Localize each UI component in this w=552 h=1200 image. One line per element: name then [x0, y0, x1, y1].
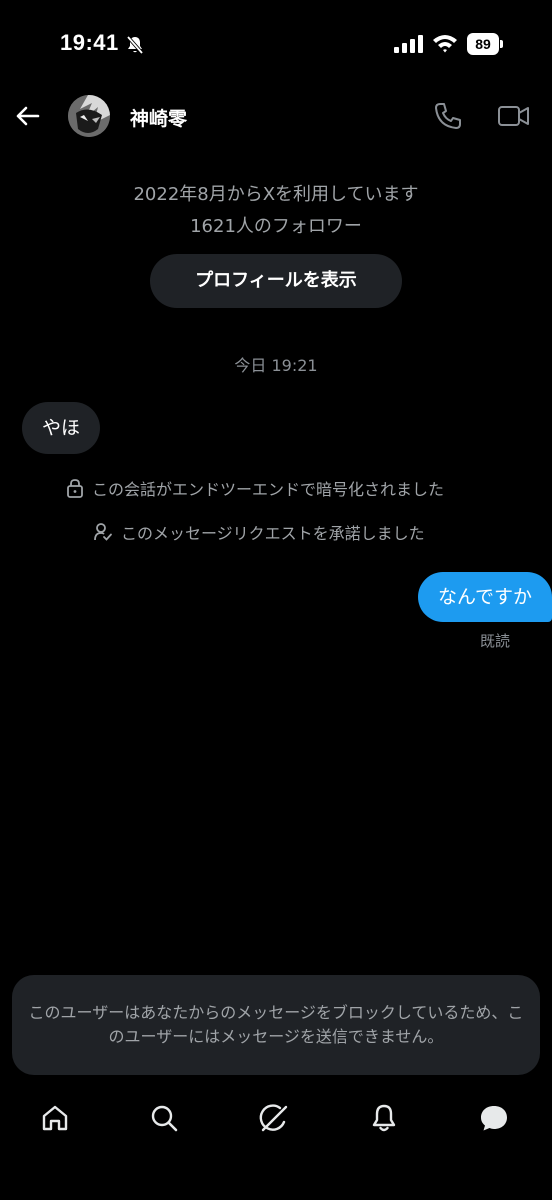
blocked-notice: このユーザーはあなたからのメッセージをブロックしているため、このユーザーにはメッ… [12, 975, 540, 1075]
followers-count-text: 1621人のフォロワー [190, 216, 362, 237]
grok-icon[interactable] [258, 1102, 290, 1134]
outgoing-message-bubble[interactable]: なんですか [417, 572, 552, 622]
notifications-bell-icon[interactable] [368, 1102, 400, 1134]
encryption-notice: この会話がエンドツーエンドで暗号化されました [66, 476, 444, 500]
battery-level: 89 [467, 33, 499, 55]
incoming-message-bubble[interactable]: やほ [22, 402, 101, 454]
home-icon[interactable] [39, 1102, 71, 1134]
status-time: 19:41 [60, 30, 119, 55]
request-accepted-notice: このメッセージリクエストを承諾しました [93, 520, 425, 544]
signal-icon [394, 35, 423, 53]
user-check-icon [94, 523, 112, 541]
wifi-icon [433, 35, 457, 53]
encryption-notice-text: この会話がエンドツーエンドで暗号化されました [92, 480, 445, 499]
contact-name[interactable]: 神崎零 [130, 104, 187, 131]
lock-icon [67, 479, 83, 498]
read-receipt: 既読 [479, 632, 510, 650]
avatar[interactable] [68, 95, 110, 137]
messages-icon[interactable] [478, 1102, 510, 1134]
video-camera-icon[interactable] [496, 100, 532, 132]
battery-icon: 89 [467, 33, 503, 55]
phone-icon[interactable] [432, 100, 464, 132]
message-timestamp: 今日 19:21 [234, 356, 318, 375]
request-accepted-text: このメッセージリクエストを承諾しました [121, 524, 425, 543]
joined-date-text: 2022年8月からXを利用しています [133, 184, 419, 205]
bell-muted-icon [126, 35, 144, 55]
back-arrow-icon[interactable] [12, 100, 44, 132]
view-profile-button[interactable]: プロフィールを表示 [150, 254, 402, 308]
search-icon[interactable] [148, 1102, 180, 1134]
